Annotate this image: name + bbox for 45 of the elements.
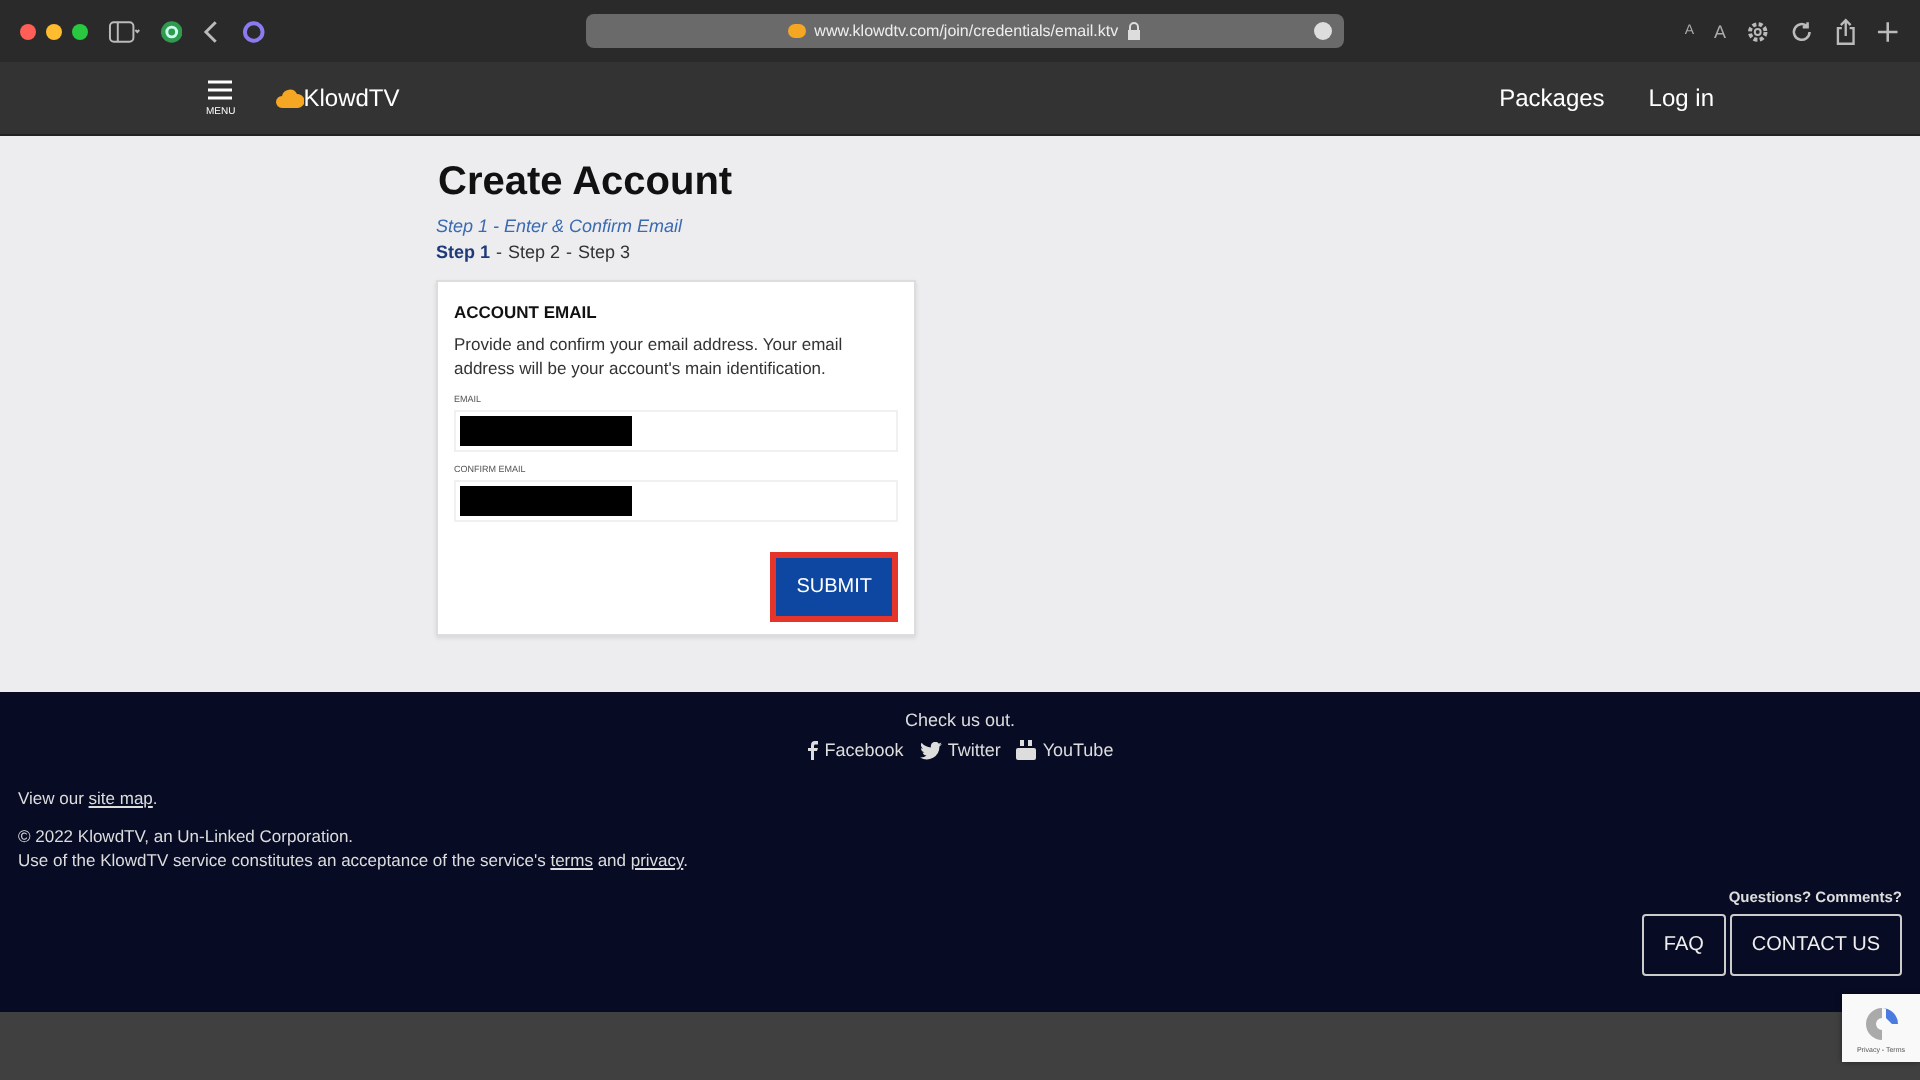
close-icon[interactable]	[20, 23, 36, 39]
page-title: Create Account	[438, 160, 735, 206]
social-link[interactable]: YouTube	[1016, 740, 1114, 760]
step-indicator: Step 3	[578, 242, 631, 262]
step-indicator: Step 1	[436, 242, 491, 262]
logo[interactable]: KlowdTV	[275, 84, 400, 112]
settings-icon[interactable]	[1746, 19, 1770, 43]
input-field[interactable]	[454, 409, 898, 452]
recaptcha-icon	[1861, 1003, 1901, 1043]
privacy-link[interactable]: privacy	[630, 850, 684, 870]
step-separator: -	[496, 242, 503, 262]
social-link[interactable]: Twitter	[919, 740, 1001, 760]
reload-icon[interactable]	[1789, 19, 1814, 43]
bird-icon	[919, 741, 942, 759]
address-bar[interactable]: www.klowdtv.com/join/credentials/email.ktv	[585, 14, 1345, 48]
card-description: Provide and confirm your email address. Your email address will be your account's main identification.	[454, 332, 845, 382]
terms-text: Use of the KlowdTV service constitutes an acceptance of the service's terms and privacy.	[18, 850, 691, 870]
ring-icon[interactable]	[242, 19, 266, 43]
nav-link[interactable]: Packages	[1499, 84, 1605, 112]
sidebar-icon[interactable]	[108, 19, 140, 43]
plus-icon[interactable]	[1876, 19, 1900, 43]
share-icon[interactable]	[1833, 17, 1857, 45]
facebook-icon	[806, 740, 819, 760]
nav-link[interactable]: Log in	[1648, 84, 1714, 112]
card-heading: ACCOUNT EMAIL	[454, 302, 599, 322]
input-field[interactable]	[454, 479, 898, 522]
sitemap-link[interactable]: site map	[88, 788, 153, 808]
minimize-icon[interactable]	[46, 23, 62, 39]
submit-button[interactable]: SUBMIT	[770, 551, 898, 622]
copyright-text: © 2022 KlowdTV, an Un-Linked Corporation.	[18, 826, 356, 846]
sitemap-text: View our site map.	[18, 788, 160, 808]
social-link[interactable]: Facebook	[806, 740, 904, 760]
footer-button[interactable]: FAQ	[1641, 914, 1726, 976]
check-us-out-text: Check us out.	[902, 710, 1018, 730]
step-separator: -	[566, 242, 573, 262]
url-text: www.klowdtv.com/join/credentials/email.ktv	[814, 22, 1119, 40]
terms-link[interactable]: terms	[550, 850, 593, 870]
maximize-icon[interactable]	[72, 23, 88, 39]
tv-icon	[1016, 740, 1037, 760]
step-subtitle: Step 1 - Enter & Confirm Email	[436, 216, 685, 236]
footer-button[interactable]: CONTACT US	[1729, 914, 1902, 976]
step-indicator: Step 2	[508, 242, 561, 262]
font-size-button[interactable]: A	[1714, 21, 1727, 41]
lock-icon	[1126, 22, 1143, 40]
menu-icon	[208, 79, 233, 99]
